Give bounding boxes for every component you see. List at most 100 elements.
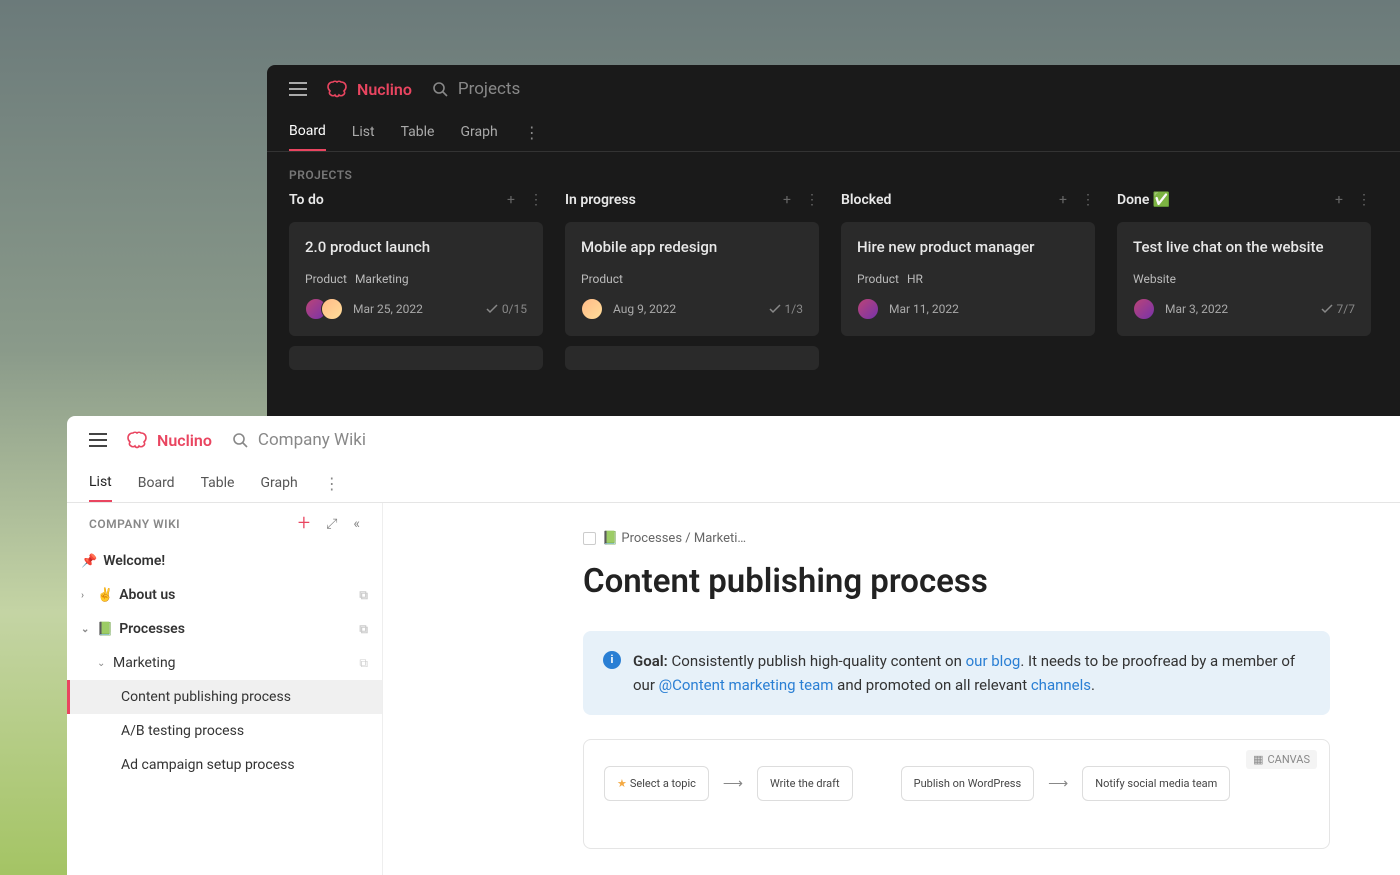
copy-icon[interactable]: ⧉ [359,622,368,637]
tab-more-icon[interactable]: ⋮ [524,123,540,142]
tree-item-marketing[interactable]: ⌄ Marketing ⧉ [67,646,382,680]
search-placeholder: Company Wiki [258,430,366,450]
collapse-sidebar-icon[interactable]: « [353,516,360,532]
add-page-icon[interactable]: + [298,511,310,536]
folder-icon: 📗 [97,622,113,637]
tree-item-about[interactable]: › ✌️ About us ⧉ [67,578,382,612]
column-more-icon[interactable]: ⋮ [805,192,819,208]
card-progress: 7/7 [1321,302,1355,316]
column-more-icon[interactable]: ⋮ [1357,192,1371,208]
column-done: Done ✅ + ⋮ Test live chat on the website … [1117,192,1371,370]
tab-list[interactable]: List [89,464,112,502]
copy-icon[interactable]: ⧉ [359,656,368,671]
view-tabs-dark: Board List Table Graph ⋮ [267,113,1400,152]
breadcrumb[interactable]: 📗 Processes / Marketi… [583,531,1330,546]
add-card-icon[interactable]: + [783,192,791,208]
breadcrumb-text: 📗 Processes / Marketi… [602,531,746,546]
board-card-stub[interactable] [289,346,543,370]
tab-table[interactable]: Table [201,465,235,501]
card-date: Mar 3, 2022 [1165,302,1228,316]
tab-graph[interactable]: Graph [460,114,497,150]
board-card-stub[interactable] [565,346,819,370]
card-tag: HR [907,272,923,286]
tree-item-ad-campaign[interactable]: Ad campaign setup process [67,748,382,782]
brand-name: Nuclino [357,80,412,99]
tab-more-icon[interactable]: ⋮ [324,474,340,493]
add-card-icon[interactable]: + [1335,192,1343,208]
checklist-icon [1321,304,1333,314]
callout-text: Goal: Consistently publish high-quality … [633,649,1310,697]
brain-icon [327,80,351,98]
flow-node[interactable]: Publish on WordPress [901,766,1035,801]
add-card-icon[interactable]: + [1059,192,1067,208]
canvas-badge: ▦ CANVAS [1246,750,1317,769]
dark-topbar: Nuclino Projects [267,65,1400,113]
column-more-icon[interactable]: ⋮ [1081,192,1095,208]
canvas-embed[interactable]: ▦ CANVAS ★Select a topic ⟶ Write the dra… [583,739,1330,849]
card-title: 2.0 product launch [305,238,527,256]
tree-label: Content publishing process [121,689,291,705]
link-channels[interactable]: channels [1031,676,1091,694]
nuclino-logo[interactable]: Nuclino [327,80,412,99]
tree-item-ab-testing[interactable]: A/B testing process [67,714,382,748]
avatar [857,298,879,320]
tab-board[interactable]: Board [289,113,326,151]
tree-item-content-publishing[interactable]: Content publishing process [67,680,382,714]
tab-table[interactable]: Table [401,114,435,150]
column-title: To do [289,192,324,208]
link-team[interactable]: @Content marketing team [659,676,834,694]
board-columns: To do + ⋮ 2.0 product launch Product Mark… [267,192,1400,370]
board-card[interactable]: Hire new product manager Product HR Mar … [841,222,1095,336]
board-card[interactable]: 2.0 product launch Product Marketing Mar… [289,222,543,336]
page-title: Content publishing process [583,562,1330,601]
menu-icon[interactable] [89,433,107,447]
tree-label: Processes [119,621,185,637]
flow-diagram: ★Select a topic ⟶ Write the draft ⟶ Publ… [604,760,1309,801]
arrow-right-icon: ⟶ [1048,776,1068,792]
avatar [1133,298,1155,320]
column-title: Blocked [841,192,891,208]
card-progress: 0/15 [486,302,527,316]
card-tag: Website [1133,272,1176,286]
tree-label: Marketing [113,655,176,671]
tab-graph[interactable]: Graph [260,465,297,501]
nuclino-logo[interactable]: Nuclino [127,431,212,450]
flow-node[interactable]: Notify social media team [1082,766,1230,801]
expand-icon[interactable]: ⤢ [326,516,337,532]
search-icon [232,432,248,448]
flow-node[interactable]: Write the draft [757,766,853,801]
chevron-down-icon: ⌄ [81,624,91,635]
tab-board[interactable]: Board [138,465,175,501]
chevron-down-icon: ⌄ [97,658,107,669]
light-wiki-window: Nuclino Company Wiki List Board Table Gr… [67,416,1400,875]
tab-list[interactable]: List [352,114,375,150]
sidebar: COMPANY WIKI + ⤢ « 📌 Welcome! › ✌️ About… [67,503,383,875]
column-todo: To do + ⋮ 2.0 product launch Product Mark… [289,192,543,370]
flow-node[interactable]: ★Select a topic [604,766,709,801]
search-dark[interactable]: Projects [432,79,520,99]
tree-label: Welcome! [103,553,165,569]
column-blocked: Blocked + ⋮ Hire new product manager Prod… [841,192,1095,370]
add-card-icon[interactable]: + [507,192,515,208]
tree-item-welcome[interactable]: 📌 Welcome! [67,544,382,578]
chevron-right-icon: › [81,590,91,601]
folder-icon: ✌️ [97,588,113,603]
board-card[interactable]: Test live chat on the website Website Ma… [1117,222,1371,336]
column-more-icon[interactable]: ⋮ [529,192,543,208]
card-date: Mar 25, 2022 [353,302,423,316]
copy-icon[interactable]: ⧉ [359,588,368,603]
card-title: Mobile app redesign [581,238,803,256]
brain-icon [127,431,151,449]
column-title: Done ✅ [1117,192,1170,208]
checklist-icon [486,304,498,314]
menu-icon[interactable] [289,82,307,96]
card-tag: Marketing [355,272,409,286]
link-blog[interactable]: our blog [966,652,1021,670]
page-content: 📗 Processes / Marketi… Content publishin… [383,503,1400,875]
board-card[interactable]: Mobile app redesign Product Aug 9, 2022 … [565,222,819,336]
tree-item-processes[interactable]: ⌄ 📗 Processes ⧉ [67,612,382,646]
section-label: PROJECTS [267,152,1400,192]
search-light[interactable]: Company Wiki [232,430,366,450]
card-tag: Product [305,272,347,286]
checkbox-icon[interactable] [583,532,596,545]
